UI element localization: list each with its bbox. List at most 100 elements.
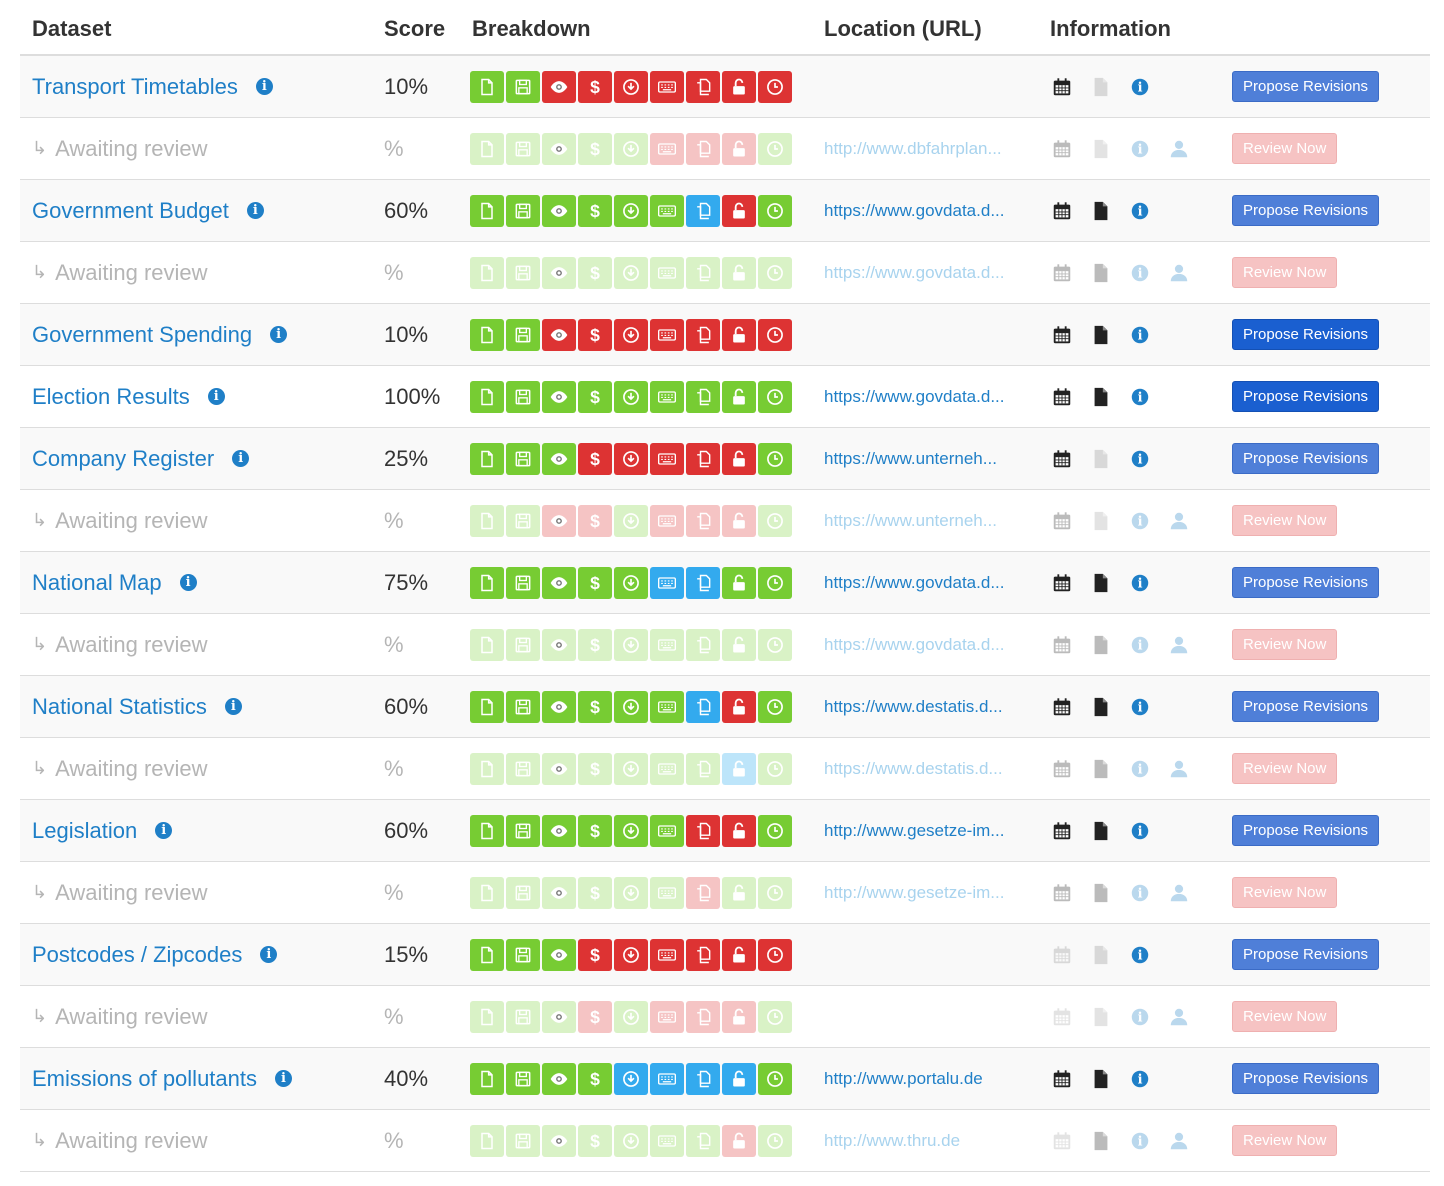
copy-icon[interactable] <box>686 442 720 475</box>
document-icon[interactable] <box>1089 1129 1113 1153</box>
eye-icon[interactable] <box>542 876 576 909</box>
download-icon[interactable] <box>614 566 648 599</box>
clock-icon[interactable] <box>758 318 792 351</box>
document-icon[interactable] <box>1089 447 1113 471</box>
user-icon[interactable] <box>1167 1005 1191 1029</box>
calendar-icon[interactable] <box>1050 447 1074 471</box>
copy-icon[interactable] <box>686 70 720 103</box>
info-icon[interactable]: i <box>1128 943 1152 967</box>
location-link[interactable]: https://www.govdata.d... <box>824 387 1034 407</box>
dataset-link[interactable]: National Statistics <box>32 694 207 720</box>
download-icon[interactable] <box>614 442 648 475</box>
save-icon[interactable] <box>506 1062 540 1095</box>
keyboard-icon[interactable] <box>650 628 684 661</box>
eye-icon[interactable] <box>542 256 576 289</box>
keyboard-icon[interactable] <box>650 690 684 723</box>
document-icon[interactable] <box>1089 819 1113 843</box>
download-icon[interactable] <box>614 318 648 351</box>
save-icon[interactable] <box>506 70 540 103</box>
file-icon[interactable] <box>470 380 504 413</box>
document-icon[interactable] <box>1089 261 1113 285</box>
eye-icon[interactable] <box>542 380 576 413</box>
document-icon[interactable] <box>1089 943 1113 967</box>
save-icon[interactable] <box>506 132 540 165</box>
propose-revisions-button[interactable]: Propose Revisions <box>1232 381 1380 412</box>
keyboard-icon[interactable] <box>650 380 684 413</box>
keyboard-icon[interactable] <box>650 752 684 785</box>
dollar-icon[interactable]: $ <box>578 1124 612 1157</box>
document-icon[interactable] <box>1089 137 1113 161</box>
dollar-icon[interactable]: $ <box>578 70 612 103</box>
calendar-icon[interactable] <box>1050 943 1074 967</box>
calendar-icon[interactable] <box>1050 881 1074 905</box>
calendar-icon[interactable] <box>1050 261 1074 285</box>
save-icon[interactable] <box>506 690 540 723</box>
document-icon[interactable] <box>1089 695 1113 719</box>
keyboard-icon[interactable] <box>650 876 684 909</box>
copy-icon[interactable] <box>686 1062 720 1095</box>
save-icon[interactable] <box>506 442 540 475</box>
save-icon[interactable] <box>506 1124 540 1157</box>
dollar-icon[interactable]: $ <box>578 256 612 289</box>
dollar-icon[interactable]: $ <box>578 566 612 599</box>
calendar-icon[interactable] <box>1050 385 1074 409</box>
calendar-icon[interactable] <box>1050 819 1074 843</box>
file-icon[interactable] <box>470 814 504 847</box>
document-icon[interactable] <box>1089 633 1113 657</box>
keyboard-icon[interactable] <box>650 194 684 227</box>
document-icon[interactable] <box>1089 509 1113 533</box>
info-icon[interactable]: i <box>255 78 273 95</box>
clock-icon[interactable] <box>758 938 792 971</box>
location-link[interactable]: https://www.destatis.d... <box>824 697 1034 717</box>
propose-revisions-button[interactable]: Propose Revisions <box>1232 195 1380 226</box>
dollar-icon[interactable]: $ <box>578 752 612 785</box>
save-icon[interactable] <box>506 504 540 537</box>
save-icon[interactable] <box>506 380 540 413</box>
info-icon[interactable]: i <box>155 822 173 839</box>
clock-icon[interactable] <box>758 690 792 723</box>
clock-icon[interactable] <box>758 70 792 103</box>
save-icon[interactable] <box>506 628 540 661</box>
document-icon[interactable] <box>1089 881 1113 905</box>
user-icon[interactable] <box>1167 881 1191 905</box>
save-icon[interactable] <box>506 566 540 599</box>
location-link[interactable]: https://www.govdata.d... <box>824 573 1034 593</box>
clock-icon[interactable] <box>758 194 792 227</box>
document-icon[interactable] <box>1089 757 1113 781</box>
calendar-icon[interactable] <box>1050 1067 1074 1091</box>
user-icon[interactable] <box>1167 1129 1191 1153</box>
location-link[interactable]: http://www.dbfahrplan... <box>824 139 1034 159</box>
info-icon[interactable]: i <box>1128 261 1152 285</box>
location-link[interactable]: http://www.gesetze-im... <box>824 821 1034 841</box>
unlock-icon[interactable] <box>722 876 756 909</box>
document-icon[interactable] <box>1089 323 1113 347</box>
unlock-icon[interactable] <box>722 194 756 227</box>
copy-icon[interactable] <box>686 318 720 351</box>
user-icon[interactable] <box>1167 137 1191 161</box>
eye-icon[interactable] <box>542 814 576 847</box>
location-link[interactable]: https://www.unterneh... <box>824 511 1034 531</box>
unlock-icon[interactable] <box>722 132 756 165</box>
dollar-icon[interactable]: $ <box>578 194 612 227</box>
eye-icon[interactable] <box>542 132 576 165</box>
unlock-icon[interactable] <box>722 566 756 599</box>
clock-icon[interactable] <box>758 1000 792 1033</box>
save-icon[interactable] <box>506 1000 540 1033</box>
unlock-icon[interactable] <box>722 442 756 475</box>
dollar-icon[interactable]: $ <box>578 876 612 909</box>
info-icon[interactable]: i <box>275 1070 292 1087</box>
dataset-link[interactable]: National Map <box>32 570 162 596</box>
clock-icon[interactable] <box>758 256 792 289</box>
clock-icon[interactable] <box>758 628 792 661</box>
calendar-icon[interactable] <box>1050 75 1074 99</box>
download-icon[interactable] <box>614 70 648 103</box>
info-icon[interactable]: i <box>1128 1067 1152 1091</box>
unlock-icon[interactable] <box>722 256 756 289</box>
eye-icon[interactable] <box>542 1124 576 1157</box>
eye-icon[interactable] <box>542 318 576 351</box>
keyboard-icon[interactable] <box>650 1062 684 1095</box>
dollar-icon[interactable]: $ <box>578 690 612 723</box>
copy-icon[interactable] <box>686 194 720 227</box>
dollar-icon[interactable]: $ <box>578 1062 612 1095</box>
calendar-icon[interactable] <box>1050 633 1074 657</box>
